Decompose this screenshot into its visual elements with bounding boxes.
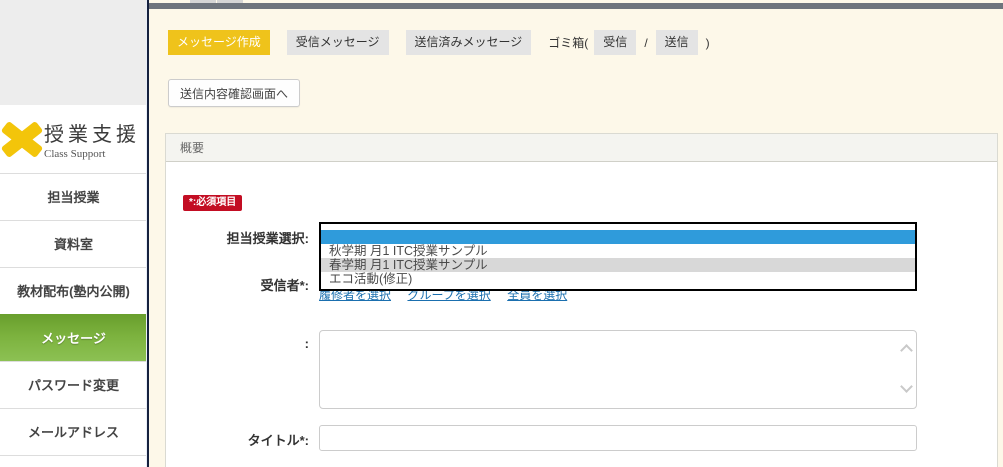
body-label: : <box>176 336 309 351</box>
tab-trash-received[interactable]: 受信 <box>594 30 636 55</box>
app-logo: 授業支援 Class Support <box>0 105 147 173</box>
app-title: 授業支援 <box>44 118 140 147</box>
tab-trash-sent[interactable]: 送信 <box>656 30 698 55</box>
dropdown-option-blank[interactable] <box>321 230 915 244</box>
sidebar-item-email[interactable]: メールアドレス <box>0 408 147 455</box>
panel-title: 概要 <box>166 134 997 162</box>
sidebar-top-spacer <box>0 0 147 105</box>
message-title-input[interactable] <box>319 425 917 451</box>
logo-text: 授業支援 Class Support <box>44 118 140 160</box>
confirm-send-button[interactable]: 送信内容確認画面へ <box>168 79 300 107</box>
title-label: タイトル*: <box>176 430 309 449</box>
dropdown-option-fall[interactable]: 秋学期 月1 ITC授業サンプル <box>321 244 915 258</box>
recipient-label: 受信者*: <box>176 275 309 294</box>
sidebar-item-password[interactable]: パスワード変更 <box>0 361 147 408</box>
x-logo-icon <box>2 119 42 159</box>
message-tabs: メッセージ作成 受信メッセージ 送信済みメッセージ ゴミ箱( 受信 / 送信 ) <box>168 30 710 55</box>
class-support-screen: 授業支援 Class Support 担当授業 資料室 教材配布(塾内公開) メ… <box>0 0 1003 467</box>
sidebar-menu: 担当授業 資料室 教材配布(塾内公開) メッセージ パスワード変更 メールアドレ… <box>0 173 147 456</box>
tab-sent-messages[interactable]: 送信済みメッセージ <box>406 30 532 55</box>
course-select-label: 担当授業選択: <box>176 228 309 247</box>
sidebar: 授業支援 Class Support 担当授業 資料室 教材配布(塾内公開) メ… <box>0 0 147 467</box>
sidebar-item-materials[interactable]: 教材配布(塾内公開) <box>0 267 147 314</box>
content-area: メッセージ作成 受信メッセージ 送信済みメッセージ ゴミ箱( 受信 / 送信 )… <box>149 0 1003 467</box>
trash-label-close: ) <box>706 36 710 50</box>
dropdown-option-eco[interactable]: エコ活動(修正) <box>321 272 915 286</box>
trash-tab-group: ゴミ箱( 受信 / 送信 ) <box>548 30 709 55</box>
sidebar-item-courses[interactable]: 担当授業 <box>0 173 147 220</box>
top-slate-bar <box>149 3 1003 9</box>
tab-compose-message[interactable]: メッセージ作成 <box>168 30 270 55</box>
sidebar-item-messages[interactable]: メッセージ <box>0 314 147 361</box>
app-subtitle: Class Support <box>44 148 140 160</box>
overview-panel: 概要 *:必須項目 担当授業選択: 秋学期 月1 ITC授業サンプル 春学期 月… <box>165 133 998 467</box>
trash-label: ゴミ箱( <box>548 34 588 51</box>
dropdown-option-spring[interactable]: 春学期 月1 ITC授業サンプル <box>321 258 915 272</box>
message-body-textarea[interactable] <box>319 330 917 409</box>
required-items-badge: *:必須項目 <box>183 195 242 211</box>
sidebar-item-library[interactable]: 資料室 <box>0 220 147 267</box>
course-select-dropdown[interactable]: 秋学期 月1 ITC授業サンプル 春学期 月1 ITC授業サンプル エコ活動(修… <box>319 222 917 291</box>
tab-received-messages[interactable]: 受信メッセージ <box>287 30 389 55</box>
trash-separator: / <box>644 36 647 50</box>
